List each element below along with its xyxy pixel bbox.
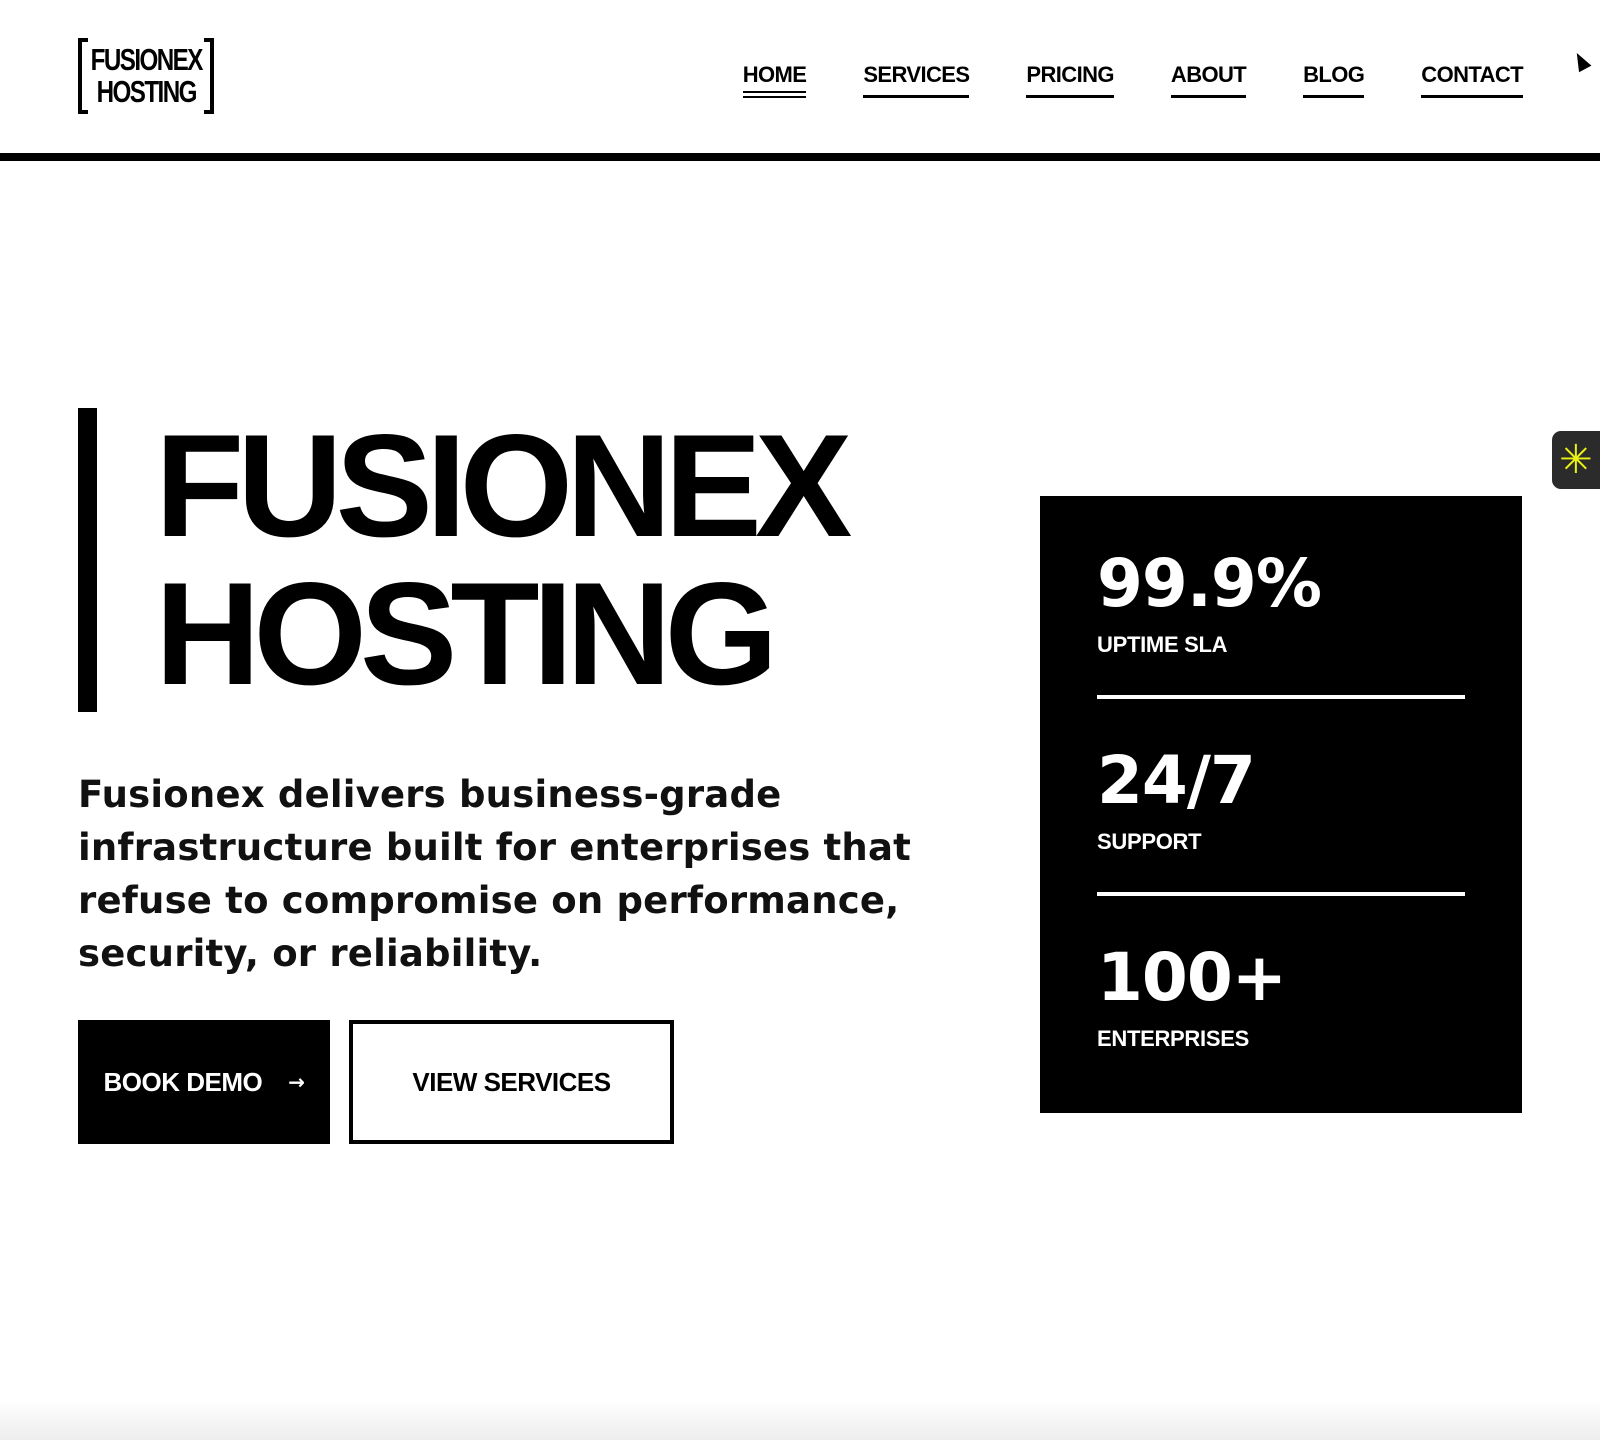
side-widget-tab[interactable]: ✳	[1552, 431, 1600, 489]
nav-link-pricing[interactable]: PRICING	[1026, 62, 1115, 98]
arrow-right-icon: →	[288, 1070, 305, 1094]
nav-link-contact[interactable]: CONTACT	[1421, 62, 1524, 98]
hero-title: FUSIONEX HOSTING	[155, 404, 852, 715]
stat-label: UPTIME SLA	[1097, 632, 1228, 657]
stats-card: 99.9% UPTIME SLA 24/7 SUPPORT 100+ ENTER…	[1040, 496, 1522, 1113]
stat-support: 24/7 SUPPORT	[1097, 745, 1465, 889]
view-services-button[interactable]: VIEW SERVICES	[349, 1020, 674, 1144]
stat-enterprises: 100+ ENTERPRISES	[1097, 942, 1465, 1086]
nav-link-about[interactable]: ABOUT	[1170, 62, 1247, 98]
stat-label: ENTERPRISES	[1097, 1026, 1249, 1051]
hero-title-line-2: HOSTING	[155, 552, 778, 715]
nav-link-services[interactable]: SERVICES	[863, 62, 970, 98]
main-nav: HOME SERVICES PRICING ABOUT BLOG CONTACT	[742, 62, 1524, 98]
site-header: FUSIONEX HOSTING HOME SERVICES PRICING A…	[0, 0, 1600, 161]
hero-accent-bar	[78, 408, 97, 712]
book-demo-label: BOOK DEMO	[103, 1066, 263, 1097]
stat-label: SUPPORT	[1097, 829, 1202, 854]
nav-link-home[interactable]: HOME	[742, 62, 807, 98]
logo[interactable]: FUSIONEX HOSTING	[78, 38, 214, 114]
stat-divider	[1097, 695, 1465, 699]
hero-description: Fusionex delivers business-grade infrast…	[78, 773, 912, 975]
stat-divider	[1097, 892, 1465, 896]
hero-title-line-1: FUSIONEX	[155, 404, 852, 567]
page: FUSIONEX HOSTING HOME SERVICES PRICING A…	[0, 0, 1600, 1440]
stat-uptime: 99.9% UPTIME SLA	[1097, 548, 1465, 692]
logo-bracket-right	[204, 38, 214, 114]
mouse-cursor-icon	[1570, 49, 1592, 73]
stat-value: 100+	[1097, 939, 1287, 1016]
stat-value: 24/7	[1097, 742, 1256, 819]
view-services-label: VIEW SERVICES	[412, 1066, 611, 1097]
asterisk-icon: ✳	[1559, 437, 1593, 483]
nav-link-blog[interactable]: BLOG	[1303, 62, 1365, 98]
stat-value: 99.9%	[1097, 545, 1322, 622]
logo-line-2: HOSTING	[96, 74, 197, 109]
logo-line-1: FUSIONEX	[90, 42, 203, 77]
logo-text: FUSIONEX HOSTING	[90, 42, 203, 109]
logo-bracket-left	[78, 38, 88, 114]
book-demo-button[interactable]: BOOK DEMO →	[78, 1020, 330, 1144]
bottom-shadow	[0, 1400, 1600, 1440]
